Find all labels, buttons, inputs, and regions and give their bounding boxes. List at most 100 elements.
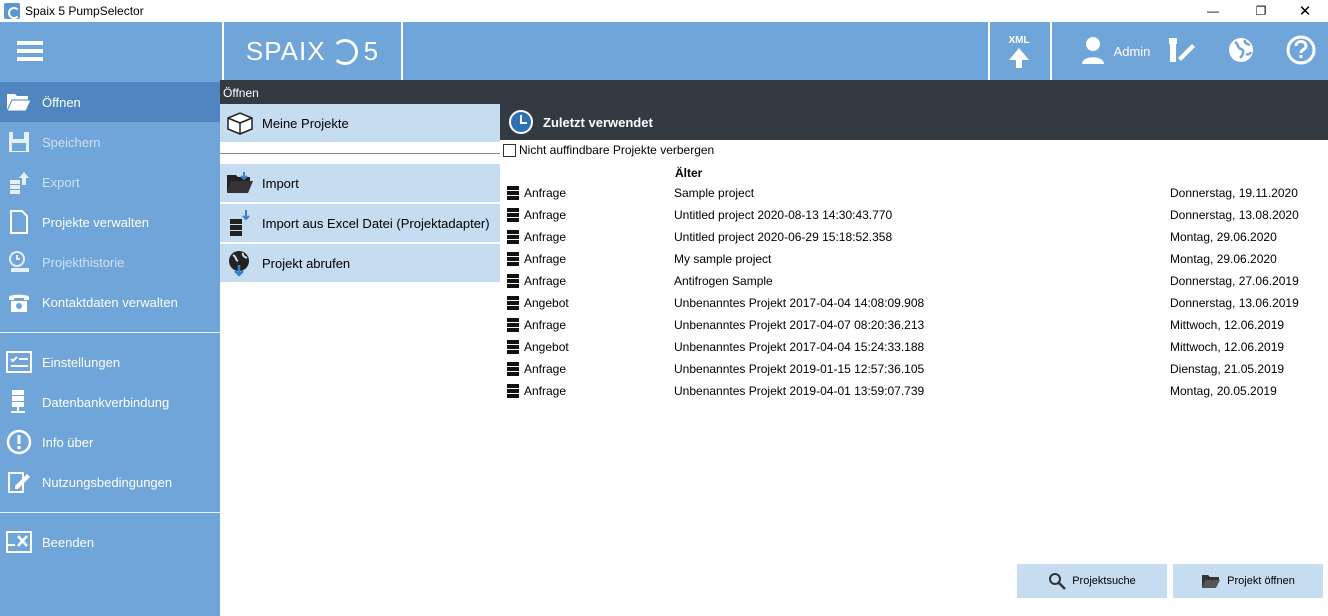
sidebar-item-label: Projekte verwalten: [42, 214, 149, 230]
subnav-my-projects[interactable]: Meine Projekte: [220, 104, 500, 142]
globe-button[interactable]: [1224, 22, 1258, 80]
database-icon: [6, 389, 32, 415]
minimize-button[interactable]: —: [1190, 0, 1236, 22]
project-stack-icon: [507, 274, 519, 288]
history-icon: [6, 249, 32, 275]
project-search-button[interactable]: Projektsuche: [1017, 564, 1167, 598]
spaix-logo: SPAIX 5: [222, 22, 403, 80]
recent-project-row[interactable]: Anfrage Untitled project 2020-08-13 14:30…: [500, 204, 1328, 226]
terms-icon: [6, 469, 32, 495]
project-date: Mittwoch, 12.06.2019: [1170, 318, 1285, 332]
project-name: Untitled project 2020-08-13 14:30:43.770: [674, 208, 893, 222]
recent-project-row[interactable]: Anfrage Antifrogen Sample Donnerstag, 27.0…: [500, 270, 1328, 292]
sidebar-divider: [0, 512, 220, 513]
export-icon: [6, 169, 32, 195]
hide-missing-row: Nicht auffindbare Projekte verbergen: [500, 140, 1328, 160]
sidebar-item-label: Einstellungen: [42, 354, 121, 370]
xml-label: XML: [1008, 34, 1030, 46]
sidebar-item-label: Beenden: [42, 534, 95, 550]
project-stack-icon: [507, 208, 519, 222]
project-type: Anfrage: [524, 230, 567, 244]
project-stack-icon: [507, 384, 519, 398]
recent-project-row[interactable]: Anfrage Unbenanntes Projekt 2019-01-15 12…: [500, 358, 1328, 380]
recent-project-row[interactable]: Anfrage My sample project Montag, 29.06.20…: [500, 248, 1328, 270]
top-banner: SPAIX 5 XML Admin: [220, 22, 1328, 80]
recent-list: Anfrage Sample project Donnerstag, 19.11.2…: [500, 182, 1328, 402]
project-name: Unbenanntes Projekt 2017-04-07 08:20:36.…: [674, 318, 925, 332]
open-project-button[interactable]: Projekt öffnen: [1173, 564, 1323, 598]
sidebar-item-kontaktdaten[interactable]: Kontaktdaten verwalten: [0, 282, 220, 322]
section-header: Öffnen: [220, 80, 1328, 104]
project-date: Montag, 29.06.2020: [1170, 230, 1277, 244]
document-icon: [6, 209, 32, 235]
subnav-fetch-project[interactable]: Projekt abrufen: [220, 244, 500, 282]
project-name: Untitled project 2020-06-29 15:18:52.358: [674, 230, 893, 244]
xml-upload-button[interactable]: XML: [990, 22, 1048, 80]
project-date: Montag, 29.06.2020: [1170, 252, 1277, 266]
help-icon: [1286, 35, 1316, 68]
folder-open-icon: [1201, 573, 1221, 589]
sidebar-item-label: Datenbankverbindung: [42, 394, 170, 410]
subnav-import[interactable]: Import: [220, 164, 500, 202]
hide-missing-checkbox[interactable]: [503, 143, 516, 157]
sidebar-item-nutzungsbedingungen[interactable]: Nutzungsbedingungen: [0, 462, 220, 502]
logo-text: SPAIX: [245, 35, 326, 66]
close-button[interactable]: ✕: [1282, 0, 1328, 22]
project-type: Anfrage: [524, 208, 567, 222]
recent-title: Zuletzt verwendet: [543, 114, 653, 130]
project-type: Anfrage: [524, 362, 567, 376]
excel-import-icon: [226, 209, 254, 237]
recent-project-row[interactable]: Anfrage Untitled project 2020-06-29 15:18…: [500, 226, 1328, 248]
app-logo-icon: [4, 3, 20, 19]
help-button[interactable]: [1284, 22, 1318, 80]
sidebar-item-projekte-verwalten[interactable]: Projekte verwalten: [0, 202, 220, 242]
sidebar-item-label: Nutzungsbedingungen: [42, 474, 173, 490]
sidebar-item-speichern[interactable]: Speichern: [0, 122, 220, 162]
tools-button[interactable]: [1164, 22, 1198, 80]
recent-project-row[interactable]: Anfrage Sample project Donnerstag, 19.11.2…: [500, 182, 1328, 204]
sidebar-item-export[interactable]: Export: [0, 162, 220, 202]
wrench-ruler-icon: [1166, 36, 1196, 67]
sidebar-item-label: Speichern: [42, 134, 101, 150]
project-type: Angebot: [524, 340, 569, 354]
project-type: Angebot: [524, 296, 569, 310]
sidebar-item-beenden[interactable]: Beenden: [0, 522, 220, 562]
subnav-import-excel[interactable]: Import aus Excel Datei (Projektadapter): [220, 204, 500, 242]
user-button[interactable]: Admin: [1068, 22, 1164, 80]
restore-button[interactable]: ❐: [1238, 0, 1284, 22]
recent-project-row[interactable]: Anfrage Unbenanntes Projekt 2017-04-07 08…: [500, 314, 1328, 336]
sidebar-divider: [0, 332, 220, 333]
project-stack-icon: [507, 230, 519, 244]
sidebar-item-einstellungen[interactable]: Einstellungen: [0, 342, 220, 382]
exit-icon: [6, 529, 32, 555]
sidebar-item-info[interactable]: Info über: [0, 422, 220, 462]
section-title: Öffnen: [223, 86, 259, 100]
sidebar-item-projekthistorie[interactable]: Projekthistorie: [0, 242, 220, 282]
project-name: Unbenanntes Projekt 2019-04-01 13:59:07.…: [674, 384, 925, 398]
sidebar-item-label: Info über: [42, 434, 94, 450]
open-project-label: Projekt öffnen: [1227, 575, 1295, 587]
sidebar-item-oeffnen[interactable]: Öffnen: [0, 82, 220, 122]
sidebar-item-datenbankverbindung[interactable]: Datenbankverbindung: [0, 382, 220, 422]
window-titlebar: Spaix 5 PumpSelector: [0, 0, 1328, 22]
clock-icon: [509, 110, 533, 134]
group-label: Älter: [675, 166, 703, 180]
recent-project-row[interactable]: Anfrage Unbenanntes Projekt 2019-04-01 13…: [500, 380, 1328, 402]
hamburger-menu-icon[interactable]: [17, 41, 43, 61]
info-icon: [6, 429, 32, 455]
project-type: Anfrage: [524, 186, 567, 200]
subnav-label: Meine Projekte: [262, 115, 349, 131]
folder-import-icon: [226, 169, 254, 197]
floppy-icon: [6, 129, 32, 155]
project-name: Unbenanntes Projekt 2019-01-15 12:57:36.…: [674, 362, 925, 376]
globe-download-icon: [226, 249, 254, 277]
search-icon: [1048, 572, 1067, 590]
recent-project-row[interactable]: Angebot Unbenanntes Projekt 2017-04-04 15…: [500, 336, 1328, 358]
sidebar-menu: Öffnen Speichern Export Projekte verwalt…: [0, 82, 220, 562]
project-date: Donnerstag, 19.11.2020: [1170, 186, 1298, 200]
project-search-label: Projektsuche: [1072, 575, 1136, 587]
hide-missing-label[interactable]: Nicht auffindbare Projekte verbergen: [519, 143, 714, 157]
recent-project-row[interactable]: Angebot Unbenanntes Projekt 2017-04-04 14…: [500, 292, 1328, 314]
settings-icon: [6, 349, 32, 375]
project-name: Antifrogen Sample: [674, 274, 773, 288]
